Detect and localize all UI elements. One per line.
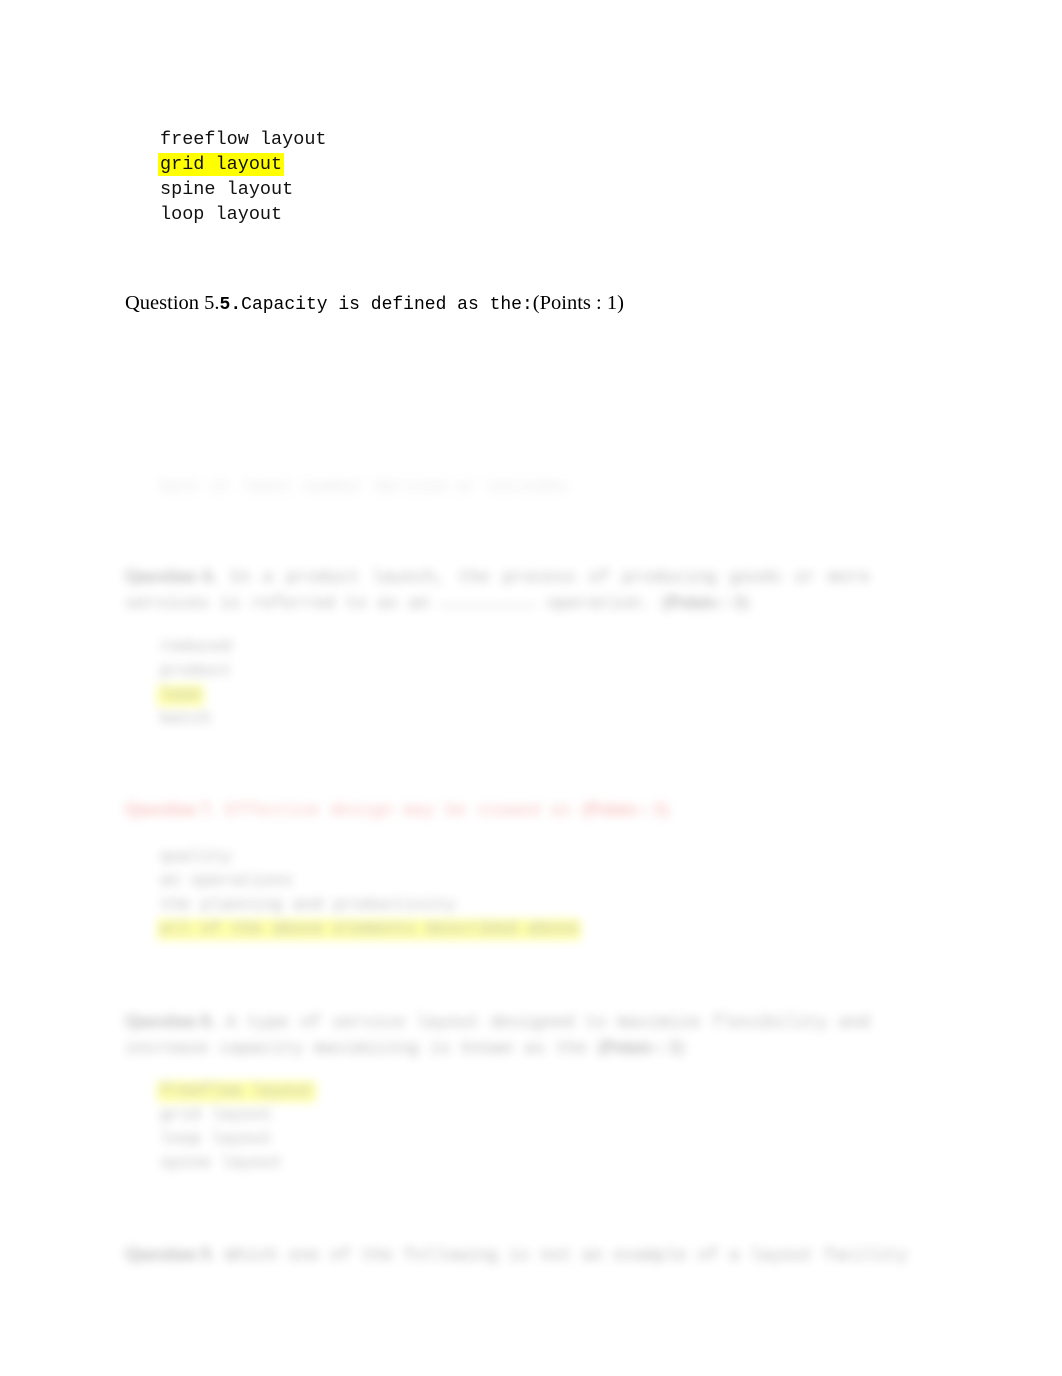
option-label: spine layout xyxy=(160,179,294,200)
option-label-highlighted: grid layout xyxy=(158,153,285,176)
option-label: freeflow layout xyxy=(160,129,327,150)
question-5-lead: Question 5. xyxy=(125,292,220,314)
question-9-text: Which one of the following is not an exa… xyxy=(224,1246,908,1266)
question-6-text-part1: In a product launch, the process of prod… xyxy=(125,568,870,614)
option-item[interactable]: grid layout xyxy=(160,1104,880,1128)
option-label: quality xyxy=(160,848,232,867)
option-item[interactable]: product xyxy=(160,660,880,684)
option-item[interactable]: spine layout xyxy=(160,177,680,202)
question-8-points: (Points : 1) xyxy=(597,1038,684,1058)
question-8-text-part2: maximizing is known as the xyxy=(314,1039,588,1059)
option-item[interactable]: the planning and productivity xyxy=(160,894,880,918)
option-item[interactable]: an operations xyxy=(160,870,880,894)
option-item[interactable]: freeflow layout xyxy=(157,1080,880,1104)
question-9-body: Question 9. Which one of the following i… xyxy=(125,1243,925,1269)
option-item[interactable]: reduced xyxy=(160,636,880,660)
option-label: loop layout xyxy=(160,204,283,225)
question-7-label: Question 7. xyxy=(125,800,215,820)
question-7-points: (Points : 1) xyxy=(582,800,669,820)
question-6-blank[interactable] xyxy=(440,605,537,606)
question-5-answer-line: best or least number dervied or includes xyxy=(160,478,569,497)
option-label: the planning and productivity xyxy=(160,896,456,915)
option-item[interactable]: batch xyxy=(160,708,880,732)
question-8-label: Question 8. xyxy=(125,1012,215,1032)
option-label: spine layout xyxy=(160,1154,283,1173)
question-5-text: Capacity is defined as the: xyxy=(241,295,533,315)
option-label: product xyxy=(160,662,232,681)
question-8-body: Question 8. A type of service layout des… xyxy=(125,1010,870,1062)
question-5-heading: Question 5.5.Capacity is defined as the:… xyxy=(125,292,624,315)
question-6-points: (Points : 1) xyxy=(662,593,749,613)
question-8-options: freeflow layout grid layout loop layout … xyxy=(157,1080,880,1176)
option-item[interactable]: loop layout xyxy=(160,1128,880,1152)
question-6-text-part2: operation. xyxy=(546,594,652,614)
option-item[interactable]: spine layout xyxy=(160,1152,880,1176)
option-label-highlighted: all of the above elements described abov… xyxy=(157,919,582,940)
question-7-options: quality an operations the planning and p… xyxy=(157,846,880,942)
option-item[interactable]: loop layout xyxy=(160,202,680,227)
answer-options-top: freeflow layout grid layout spine layout… xyxy=(158,127,680,227)
question-6-body: Question 6. In a product launch, the pro… xyxy=(125,565,870,617)
question-6-label: Question 6. xyxy=(125,567,217,587)
option-item[interactable]: quality xyxy=(160,846,880,870)
option-item[interactable]: all of the above elements described abov… xyxy=(157,918,880,942)
option-item[interactable]: lean xyxy=(157,684,880,708)
option-label: loop layout xyxy=(160,1130,273,1149)
question-7-text: Effective design may be viewed as xyxy=(224,801,572,821)
question-6-options: reduced product lean batch xyxy=(157,636,880,732)
option-label: reduced xyxy=(160,638,232,657)
document-page: freeflow layout grid layout spine layout… xyxy=(0,0,1062,1376)
option-label-highlighted: freeflow layout xyxy=(157,1081,317,1102)
question-5-number: 5. xyxy=(219,295,242,315)
question-7-body: Question 7. Effective design may be view… xyxy=(125,798,870,824)
option-label: grid layout xyxy=(160,1106,273,1125)
option-item[interactable]: freeflow layout xyxy=(160,127,680,152)
option-label: an operations xyxy=(160,872,293,891)
option-label-highlighted: lean xyxy=(157,685,204,706)
question-5-points: (Points : 1) xyxy=(532,292,624,314)
option-label: batch xyxy=(160,710,212,729)
question-9-label: Question 9. xyxy=(125,1245,215,1265)
option-item[interactable]: grid layout xyxy=(158,152,680,177)
